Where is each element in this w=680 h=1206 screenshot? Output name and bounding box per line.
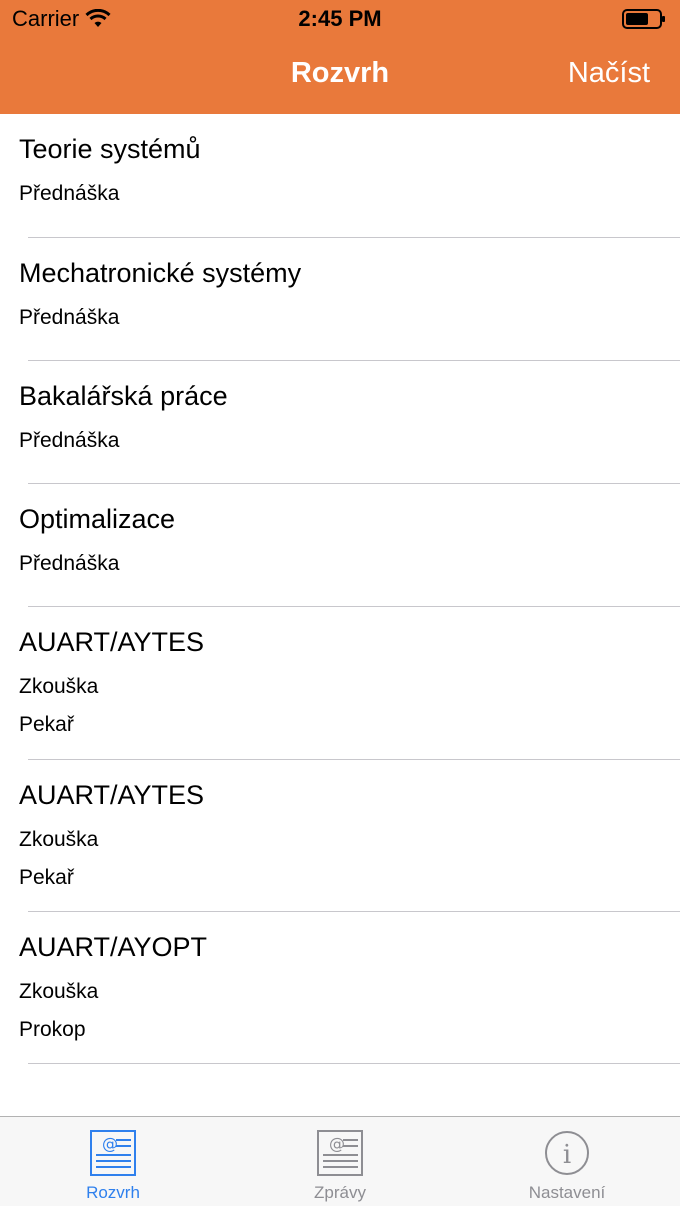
schedule-icon: @ (90, 1130, 136, 1176)
tab-rozvrh[interactable]: @ Rozvrh (0, 1117, 226, 1206)
item-title: AUART/AYTES (19, 780, 205, 810)
load-button[interactable]: Načíst (568, 57, 650, 90)
svg-text:i: i (563, 1140, 571, 1170)
tab-label: Rozvrh (86, 1183, 140, 1202)
item-type: Zkouška (19, 675, 99, 698)
navigation-bar: Carrier 2:45 PM Rozvrh Načíst (0, 0, 680, 114)
item-title: Optimalizace (19, 504, 176, 534)
item-type: Přednáška (19, 429, 120, 452)
item-type: Přednáška (19, 552, 120, 575)
status-bar: Carrier 2:45 PM (0, 0, 680, 40)
tab-zpravy[interactable]: @ Zprávy (227, 1117, 453, 1206)
status-time: 2:45 PM (298, 6, 382, 31)
news-icon: @ (317, 1130, 363, 1176)
item-teacher: Pekař (19, 866, 74, 889)
list-item[interactable]: AUART/AYTES Zkouška Pekař (0, 760, 680, 912)
schedule-list: Teorie systémů Přednáška Mechatronické s… (0, 114, 680, 1064)
item-title: AUART/AYOPT (19, 932, 208, 962)
tab-bar: @ Rozvrh @ Zprávy i Nastavení (0, 1116, 680, 1206)
item-type: Zkouška (19, 828, 99, 851)
list-item[interactable]: Teorie systémů Přednáška (0, 114, 680, 238)
svg-text:@: @ (329, 1134, 345, 1153)
list-item[interactable]: Mechatronické systémy Přednáška (0, 238, 680, 361)
info-icon: i (545, 1131, 589, 1175)
list-item[interactable]: AUART/AYOPT Zkouška Prokop (0, 912, 680, 1064)
item-title: Mechatronické systémy (19, 258, 302, 288)
list-item[interactable]: Bakalářská práce Přednáška (0, 361, 680, 484)
item-type: Přednáška (19, 306, 120, 329)
separator (28, 1063, 680, 1064)
item-title: AUART/AYTES (19, 627, 205, 657)
item-teacher: Prokop (19, 1018, 86, 1041)
item-type: Zkouška (19, 980, 99, 1003)
svg-text:@: @ (102, 1134, 118, 1153)
item-teacher: Pekař (19, 713, 74, 736)
item-title: Bakalářská práce (19, 381, 228, 411)
item-type: Přednáška (19, 182, 120, 205)
tab-label: Zprávy (314, 1183, 366, 1202)
list-item[interactable]: Optimalizace Přednáška (0, 484, 680, 607)
tab-label: Nastavení (528, 1183, 606, 1202)
battery-icon (622, 9, 665, 29)
tab-nastaveni[interactable]: i Nastavení (454, 1117, 680, 1206)
item-title: Teorie systémů (19, 134, 201, 164)
list-item[interactable]: AUART/AYTES Zkouška Pekař (0, 607, 680, 760)
